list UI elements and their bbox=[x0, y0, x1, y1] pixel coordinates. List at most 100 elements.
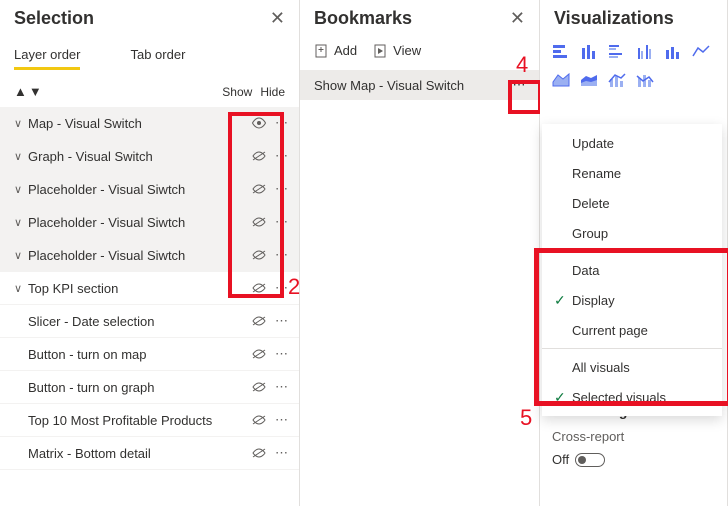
selection-item[interactable]: ∨Top KPI section⋯ bbox=[0, 272, 299, 305]
item-label: Placeholder - Visual Siwtch bbox=[28, 248, 251, 263]
view-label: View bbox=[393, 43, 421, 58]
selection-item[interactable]: ∨Graph - Visual Switch ⋯ bbox=[0, 140, 299, 173]
menu-current-page[interactable]: Current page bbox=[542, 315, 722, 345]
bookmark-context-menu: Update Rename Delete Group Data ✓Display… bbox=[542, 124, 722, 416]
item-label: Placeholder - Visual Siwtch bbox=[28, 182, 251, 197]
selection-item[interactable]: Button - turn on map ⋯ bbox=[0, 338, 299, 371]
bookmark-label: Show Map - Visual Switch bbox=[314, 78, 507, 93]
eye-hidden-icon[interactable] bbox=[251, 282, 273, 294]
chevron-down-icon[interactable]: ∨ bbox=[14, 117, 28, 130]
chevron-down-icon[interactable]: ∨ bbox=[14, 150, 28, 163]
more-icon[interactable]: ⋯ bbox=[273, 148, 291, 164]
viz-icon-grid bbox=[540, 37, 727, 95]
clustered-bar-icon[interactable] bbox=[606, 41, 628, 63]
line-chart-icon[interactable] bbox=[690, 41, 712, 63]
eye-hidden-icon[interactable] bbox=[251, 183, 273, 195]
chevron-down-icon[interactable]: ∨ bbox=[14, 249, 28, 262]
menu-data[interactable]: Data bbox=[542, 255, 722, 285]
eye-hidden-icon[interactable] bbox=[251, 315, 273, 327]
menu-display[interactable]: ✓Display bbox=[542, 285, 722, 315]
close-icon[interactable]: ✕ bbox=[510, 8, 525, 29]
more-icon[interactable]: ⋯ bbox=[273, 247, 291, 263]
move-up-icon[interactable]: ▲ bbox=[14, 84, 27, 99]
eye-hidden-icon[interactable] bbox=[251, 150, 273, 162]
show-label[interactable]: Show bbox=[222, 85, 252, 99]
menu-all-visuals[interactable]: All visuals bbox=[542, 352, 722, 382]
more-icon[interactable]: ⋯ bbox=[273, 214, 291, 230]
item-label: Map - Visual Switch bbox=[28, 116, 251, 131]
more-icon[interactable]: ⋯ bbox=[273, 346, 291, 362]
stacked-area-icon[interactable] bbox=[578, 69, 600, 91]
stacked-bar-icon[interactable] bbox=[550, 41, 572, 63]
combo-icon[interactable] bbox=[634, 69, 656, 91]
stacked-column-icon[interactable] bbox=[578, 41, 600, 63]
annotation-4: 4 bbox=[516, 52, 528, 78]
menu-update[interactable]: Update bbox=[542, 128, 722, 158]
cross-report-toggle[interactable] bbox=[575, 453, 605, 467]
selection-item[interactable]: Top 10 Most Profitable Products ⋯ bbox=[0, 404, 299, 437]
cross-report-label: Cross-report bbox=[552, 429, 715, 444]
selection-item[interactable]: ∨Placeholder - Visual Siwtch ⋯ bbox=[0, 239, 299, 272]
eye-hidden-icon[interactable] bbox=[251, 249, 273, 261]
view-icon bbox=[373, 44, 387, 58]
add-bookmark-button[interactable]: Add bbox=[314, 43, 357, 58]
selection-item[interactable]: ∨Map - Visual Switch ⋯ bbox=[0, 107, 299, 140]
item-label: Graph - Visual Switch bbox=[28, 149, 251, 164]
column-icon[interactable] bbox=[662, 41, 684, 63]
selection-pane: Selection ✕ Layer order Tab order ▲ ▼ Sh… bbox=[0, 0, 300, 506]
selection-item[interactable]: Matrix - Bottom detail ⋯ bbox=[0, 437, 299, 470]
visualizations-pane: Visualizations Update Rename Delete Grou… bbox=[540, 0, 728, 506]
selection-item[interactable]: Slicer - Date selection ⋯ bbox=[0, 305, 299, 338]
more-icon[interactable]: ⋯ bbox=[273, 412, 291, 428]
tab-tab-order[interactable]: Tab order bbox=[130, 41, 185, 68]
eye-hidden-icon[interactable] bbox=[251, 447, 273, 459]
item-label: Placeholder - Visual Siwtch bbox=[28, 215, 251, 230]
item-label: Top KPI section bbox=[28, 281, 251, 296]
clustered-column-icon[interactable] bbox=[634, 41, 656, 63]
more-icon[interactable]: ⋯ bbox=[273, 115, 291, 131]
chevron-down-icon[interactable]: ∨ bbox=[14, 183, 28, 196]
selection-item[interactable]: ∨Placeholder - Visual Siwtch ⋯ bbox=[0, 206, 299, 239]
move-down-icon[interactable]: ▼ bbox=[29, 84, 42, 99]
close-icon[interactable]: ✕ bbox=[270, 8, 285, 29]
more-icon[interactable]: ⋯ bbox=[273, 181, 291, 197]
menu-delete[interactable]: Delete bbox=[542, 188, 722, 218]
item-label: Matrix - Bottom detail bbox=[28, 446, 251, 461]
item-label: Button - turn on graph bbox=[28, 380, 251, 395]
tab-layer-order[interactable]: Layer order bbox=[14, 41, 80, 68]
selection-title: Selection bbox=[14, 8, 94, 29]
item-label: Button - turn on map bbox=[28, 347, 251, 362]
area-chart-icon[interactable] bbox=[550, 69, 572, 91]
menu-selected-visuals[interactable]: ✓Selected visuals bbox=[542, 382, 722, 412]
bookmark-item[interactable]: Show Map - Visual Switch ⋯ bbox=[300, 70, 539, 100]
selection-item[interactable]: Button - turn on graph ⋯ bbox=[0, 371, 299, 404]
eye-hidden-icon[interactable] bbox=[251, 348, 273, 360]
view-bookmark-button[interactable]: View bbox=[373, 43, 421, 58]
annotation-2: 2 bbox=[288, 274, 300, 300]
bookmarks-pane: Bookmarks ✕ Add View Show Map - Visual S… bbox=[300, 0, 540, 506]
selection-list: ∨Map - Visual Switch⋯∨Graph - Visual Swi… bbox=[0, 107, 299, 470]
check-icon: ✓ bbox=[554, 389, 572, 406]
eye-icon[interactable] bbox=[251, 117, 273, 129]
item-label: Slicer - Date selection bbox=[28, 314, 251, 329]
annotation-5: 5 bbox=[520, 405, 532, 431]
menu-group[interactable]: Group bbox=[542, 218, 722, 248]
more-icon[interactable]: ⋯ bbox=[273, 445, 291, 461]
chevron-down-icon[interactable]: ∨ bbox=[14, 216, 28, 229]
eye-hidden-icon[interactable] bbox=[251, 414, 273, 426]
line-column-icon[interactable] bbox=[606, 69, 628, 91]
add-icon bbox=[314, 44, 328, 58]
selection-item[interactable]: ∨Placeholder - Visual Siwtch ⋯ bbox=[0, 173, 299, 206]
hide-label[interactable]: Hide bbox=[260, 85, 285, 99]
chevron-down-icon[interactable]: ∨ bbox=[14, 282, 28, 295]
more-icon[interactable]: ⋯ bbox=[273, 313, 291, 329]
add-label: Add bbox=[334, 43, 357, 58]
bookmarks-title: Bookmarks bbox=[314, 8, 412, 29]
eye-hidden-icon[interactable] bbox=[251, 381, 273, 393]
viz-title: Visualizations bbox=[554, 8, 674, 29]
more-icon[interactable]: ⋯ bbox=[273, 379, 291, 395]
toggle-off-label: Off bbox=[552, 452, 569, 467]
eye-hidden-icon[interactable] bbox=[251, 216, 273, 228]
item-label: Top 10 Most Profitable Products bbox=[28, 413, 251, 428]
menu-rename[interactable]: Rename bbox=[542, 158, 722, 188]
